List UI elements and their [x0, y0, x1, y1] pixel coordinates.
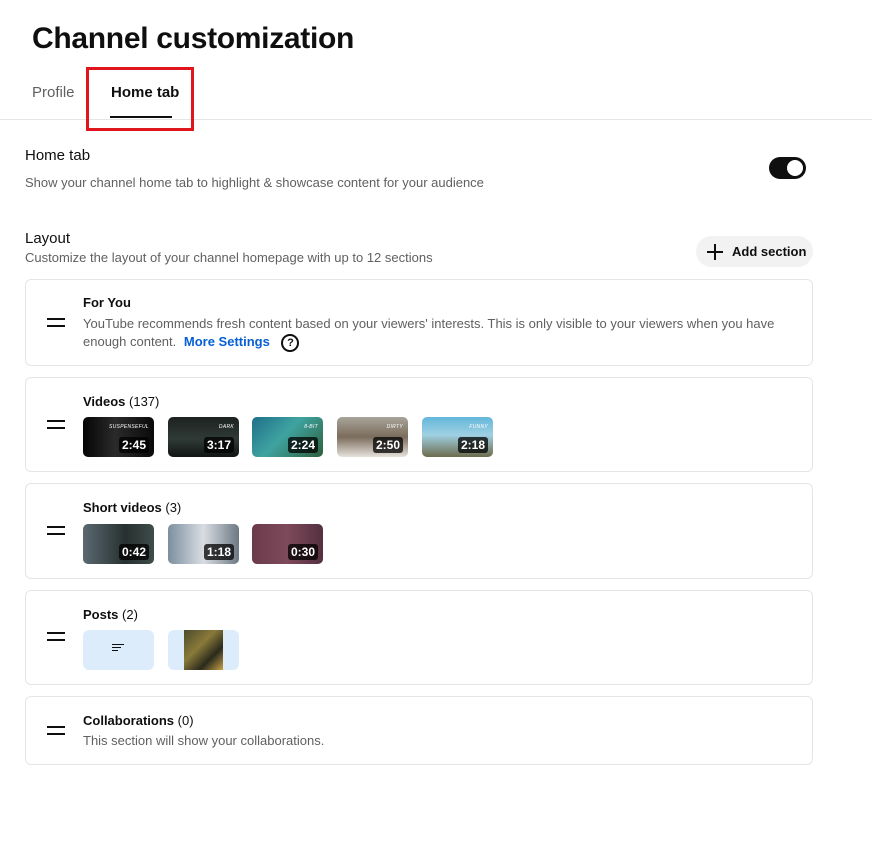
section-description: This section will show your collaboratio…: [83, 733, 325, 748]
section-card-short-videos: Short videos (3) 0:42 1:18 0:30: [25, 483, 813, 579]
section-count: (3): [165, 500, 182, 515]
add-section-button[interactable]: Add section: [696, 236, 813, 267]
section-description-line2: enough content.: [83, 334, 177, 349]
video-duration: 2:50: [372, 437, 403, 453]
thumbnail-caption: 8-BIT: [304, 424, 318, 430]
section-title-text: Posts: [83, 607, 119, 622]
thumbnail-caption: SUSPENSEFUL: [109, 424, 149, 430]
video-duration: 2:24: [287, 437, 318, 453]
help-icon[interactable]: ?: [281, 333, 300, 352]
home-tab-toggle[interactable]: [769, 157, 806, 179]
section-card-for-you: For You YouTube recommends fresh content…: [25, 279, 813, 366]
video-duration: 0:30: [287, 544, 318, 560]
drag-handle-icon[interactable]: [47, 318, 65, 328]
section-title-text: Videos: [83, 394, 126, 409]
layout-description: Customize the layout of your channel hom…: [25, 250, 433, 265]
section-title: Posts (2): [83, 607, 138, 622]
section-title: Videos (137): [83, 394, 159, 409]
video-duration: 2:18: [457, 437, 488, 453]
short-thumbnail[interactable]: 0:42: [83, 524, 154, 564]
short-thumbnail[interactable]: 0:30: [252, 524, 323, 564]
post-tile-text[interactable]: [83, 630, 154, 670]
section-count: (0): [177, 713, 194, 728]
video-thumbnail[interactable]: DIRTY 2:50: [337, 417, 408, 457]
thumbnail-caption: DARK: [218, 424, 234, 430]
home-tab-description: Show your channel home tab to highlight …: [25, 175, 484, 190]
layout-heading: Layout: [25, 230, 71, 247]
section-card-collaborations: Collaborations (0) This section will sho…: [25, 696, 813, 765]
section-title-text: Short videos: [83, 500, 162, 515]
section-title: Collaborations (0): [83, 713, 194, 728]
section-description-line1: YouTube recommends fresh content based o…: [83, 316, 775, 331]
post-tile-image[interactable]: [168, 630, 239, 670]
video-duration: 3:17: [203, 437, 234, 453]
add-section-label: Add section: [732, 244, 807, 259]
video-duration: 1:18: [203, 544, 234, 560]
video-thumbnail[interactable]: FUNNY 2:18: [422, 417, 493, 457]
annotation-highlight-box: [86, 67, 194, 131]
tab-profile[interactable]: Profile: [32, 84, 75, 101]
drag-handle-icon[interactable]: [47, 526, 65, 536]
section-title: For You: [83, 295, 131, 310]
video-duration: 2:45: [118, 437, 149, 453]
video-thumbnail[interactable]: SUSPENSEFUL 2:45: [83, 417, 154, 457]
plus-icon: [707, 243, 723, 260]
drag-handle-icon[interactable]: [47, 420, 65, 430]
section-count: (137): [129, 394, 160, 409]
thumbnail-caption: DIRTY: [386, 424, 403, 430]
post-image: [184, 630, 223, 670]
thumbnail-caption: FUNNY: [469, 424, 488, 430]
more-settings-link[interactable]: More Settings: [184, 334, 270, 349]
section-title: Short videos (3): [83, 500, 181, 515]
toggle-knob: [787, 160, 803, 176]
section-card-videos: Videos (137) SUSPENSEFUL 2:45 DARK 3:17 …: [25, 377, 813, 472]
section-count: (2): [122, 607, 138, 622]
page-title: Channel customization: [32, 22, 355, 55]
short-thumbnail[interactable]: 1:18: [168, 524, 239, 564]
video-thumbnail[interactable]: DARK 3:17: [168, 417, 239, 457]
section-card-posts: Posts (2): [25, 590, 813, 685]
drag-handle-icon[interactable]: [47, 632, 65, 642]
text-lines-icon: [112, 644, 124, 653]
video-duration: 0:42: [118, 544, 149, 560]
section-description: YouTube recommends fresh content based o…: [83, 315, 774, 352]
video-thumbnail[interactable]: 8-BIT 2:24: [252, 417, 323, 457]
section-title-text: Collaborations: [83, 713, 175, 728]
drag-handle-icon[interactable]: [47, 726, 65, 736]
home-tab-heading: Home tab: [25, 147, 91, 164]
